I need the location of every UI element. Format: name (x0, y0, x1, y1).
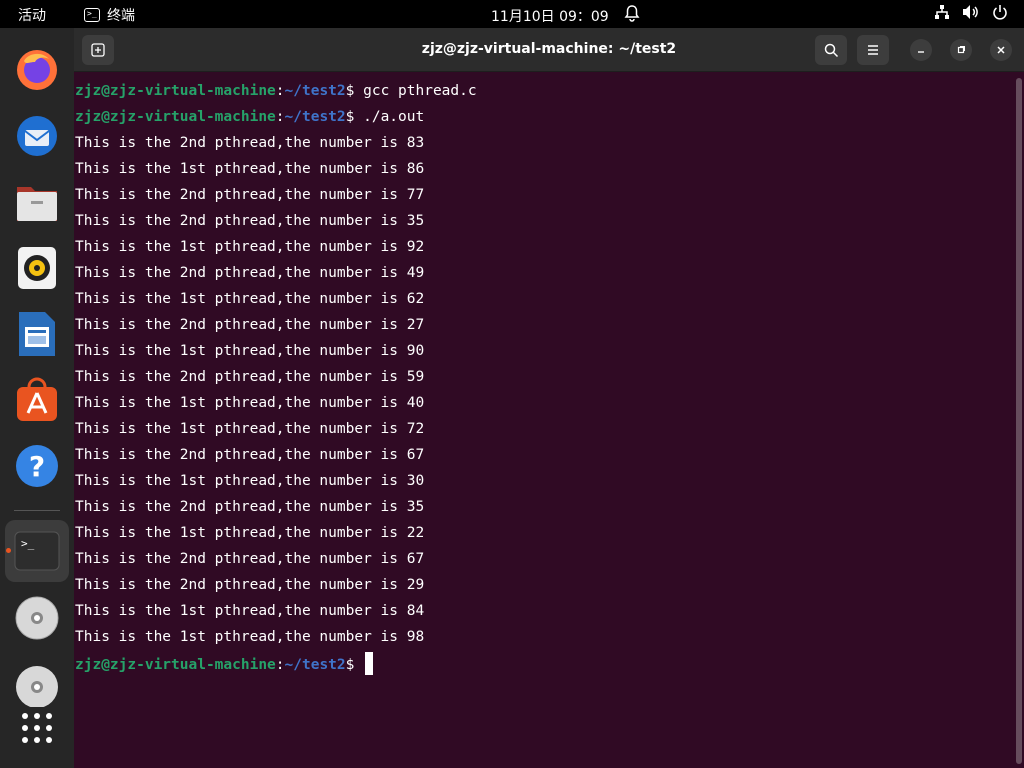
terminal-output[interactable]: zjz@zjz-virtual-machine:~/test2$ gcc pth… (75, 80, 1010, 678)
output-line: This is the 1st pthread,the number is 62 (75, 291, 425, 307)
dvd-drive-2-icon[interactable] (13, 660, 61, 708)
terminal-app-icon: >_ (84, 8, 100, 22)
scrollbar[interactable] (1016, 78, 1022, 764)
output-line: This is the 2nd pthread,the number is 77 (75, 187, 425, 203)
close-icon (997, 46, 1005, 54)
volume-icon[interactable] (962, 4, 980, 24)
app-menu-label: 终端 (107, 8, 135, 24)
output-line: This is the 2nd pthread,the number is 35 (75, 499, 425, 515)
prompt-line: zjz@zjz-virtual-machine:~/test2$ gcc pth… (75, 80, 1010, 106)
prompt-line: zjz@zjz-virtual-machine:~/test2$ ./a.out (75, 106, 1010, 132)
firefox-icon[interactable] (13, 46, 61, 94)
output-line: This is the 1st pthread,the number is 72 (75, 421, 425, 437)
output-line: This is the 1st pthread,the number is 84 (75, 603, 425, 619)
dock: ? >_ (0, 28, 74, 768)
prompt-colon: : (275, 657, 285, 673)
prompt-path: ~/test2 (284, 657, 346, 673)
running-indicator (6, 548, 11, 553)
output-line: This is the 2nd pthread,the number is 83 (75, 135, 425, 151)
prompt-user: zjz@zjz-virtual-machine (75, 109, 276, 125)
output-line: This is the 1st pthread,the number is 30 (75, 473, 425, 489)
search-icon (824, 43, 838, 57)
output-line: This is the 2nd pthread,the number is 67 (75, 447, 425, 463)
thunderbird-icon[interactable] (13, 112, 61, 160)
show-apps-grid-icon[interactable] (13, 704, 61, 752)
output-line: This is the 2nd pthread,the number is 67 (75, 551, 425, 567)
minimize-icon (918, 51, 924, 53)
prompt-user: zjz@zjz-virtual-machine (75, 83, 276, 99)
dock-separator (14, 510, 60, 511)
svg-text:?: ? (29, 450, 45, 483)
output-line: This is the 2nd pthread,the number is 27 (75, 317, 425, 333)
minimize-button[interactable] (910, 39, 932, 61)
text-cursor (365, 652, 374, 675)
prompt-colon: : (275, 83, 285, 99)
output-line: This is the 2nd pthread,the number is 49 (75, 265, 425, 281)
menu-button[interactable] (857, 35, 889, 65)
title-bar[interactable]: zjz@zjz-virtual-machine: ~/test2 (74, 28, 1024, 72)
system-tray[interactable] (934, 4, 1008, 24)
output-line: This is the 2nd pthread,the number is 29 (75, 577, 425, 593)
restore-icon (957, 46, 965, 54)
prompt-user: zjz@zjz-virtual-machine (75, 657, 276, 673)
app-center-icon[interactable] (13, 376, 61, 424)
hamburger-icon (868, 45, 878, 55)
svg-text:>_: >_ (21, 537, 35, 550)
clock[interactable]: 11月10日 09：09 (491, 6, 609, 26)
power-icon[interactable] (992, 4, 1008, 24)
output-line: This is the 1st pthread,the number is 92 (75, 239, 425, 255)
output-line: This is the 1st pthread,the number is 90 (75, 343, 425, 359)
rhythmbox-icon[interactable] (13, 244, 61, 292)
output-line: This is the 1st pthread,the number is 40 (75, 395, 425, 411)
help-icon[interactable]: ? (13, 442, 61, 490)
activities-button[interactable]: 活动 (18, 5, 46, 25)
prompt-colon: : (275, 109, 285, 125)
dvd-drive-icon[interactable] (13, 594, 61, 642)
terminal-dock-icon[interactable]: >_ (13, 527, 61, 575)
prompt-dollar: $ (345, 109, 364, 125)
search-button[interactable] (815, 35, 847, 65)
command-text: gcc pthread.c (363, 83, 477, 99)
top-bar: 活动 >_ 终端 11月10日 09：09 (0, 0, 1024, 28)
prompt-dollar: $ (345, 83, 364, 99)
output-line: This is the 1st pthread,the number is 98 (75, 629, 425, 645)
output-line: This is the 2nd pthread,the number is 59 (75, 369, 425, 385)
network-icon[interactable] (934, 4, 950, 24)
libreoffice-writer-icon[interactable] (13, 310, 61, 358)
prompt-path: ~/test2 (284, 83, 346, 99)
prompt-dollar: $ (345, 657, 364, 673)
terminal-window[interactable]: zjz@zjz-virtual-machine: ~/test2 zjz@zjz… (74, 28, 1024, 768)
files-icon[interactable] (13, 178, 61, 226)
close-button[interactable] (990, 39, 1012, 61)
app-menu[interactable]: >_ 终端 (84, 5, 135, 25)
output-line: This is the 2nd pthread,the number is 35 (75, 213, 425, 229)
maximize-button[interactable] (950, 39, 972, 61)
output-line: This is the 1st pthread,the number is 86 (75, 161, 425, 177)
command-text: ./a.out (363, 109, 425, 125)
notification-bell-icon[interactable] (624, 4, 640, 26)
prompt-path: ~/test2 (284, 109, 346, 125)
prompt-line: zjz@zjz-virtual-machine:~/test2$ (75, 652, 1010, 678)
output-line: This is the 1st pthread,the number is 22 (75, 525, 425, 541)
